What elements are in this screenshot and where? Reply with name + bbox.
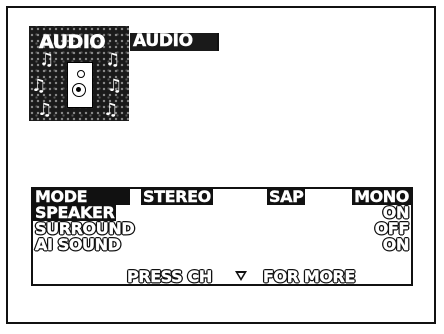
footer-hint: PRESS CH FOR MORE: [35, 267, 409, 286]
ai-sound-value: ON: [382, 235, 410, 254]
woofer-circle: [72, 83, 86, 97]
ai-sound-label: AI SOUND: [35, 235, 121, 254]
music-note-icon: ♫: [103, 100, 119, 120]
for-more-text: FOR MORE: [263, 267, 356, 286]
audio-title-text: AUDIO: [133, 31, 194, 51]
music-note-icon: ♫: [31, 76, 47, 96]
triangle-down-icon: [235, 271, 247, 281]
music-note-icon: ♫: [39, 50, 55, 70]
icon-title: AUDIO: [39, 31, 106, 53]
speaker-box: [67, 62, 93, 108]
music-note-icon: ♫: [37, 100, 53, 120]
woofer-center: [76, 87, 81, 92]
music-note-icon: ♫: [105, 50, 121, 70]
music-note-icon: ♫: [107, 76, 123, 96]
press-ch-text: PRESS CH: [127, 267, 213, 286]
mode-option-sap[interactable]: SAP: [267, 188, 306, 205]
audio-menu-panel: MODE STEREO SAP MONO SPEAKER ON SURROUND…: [31, 187, 413, 286]
tweeter-circle: [77, 70, 85, 78]
ai-sound-row[interactable]: AI SOUND ON: [33, 235, 411, 254]
audio-speaker-icon: AUDIO ♫ ♫ ♫ ♫ ♫ ♫: [29, 26, 129, 121]
audio-menu-title: AUDIO: [130, 31, 219, 51]
mode-option-stereo[interactable]: STEREO: [141, 188, 213, 205]
